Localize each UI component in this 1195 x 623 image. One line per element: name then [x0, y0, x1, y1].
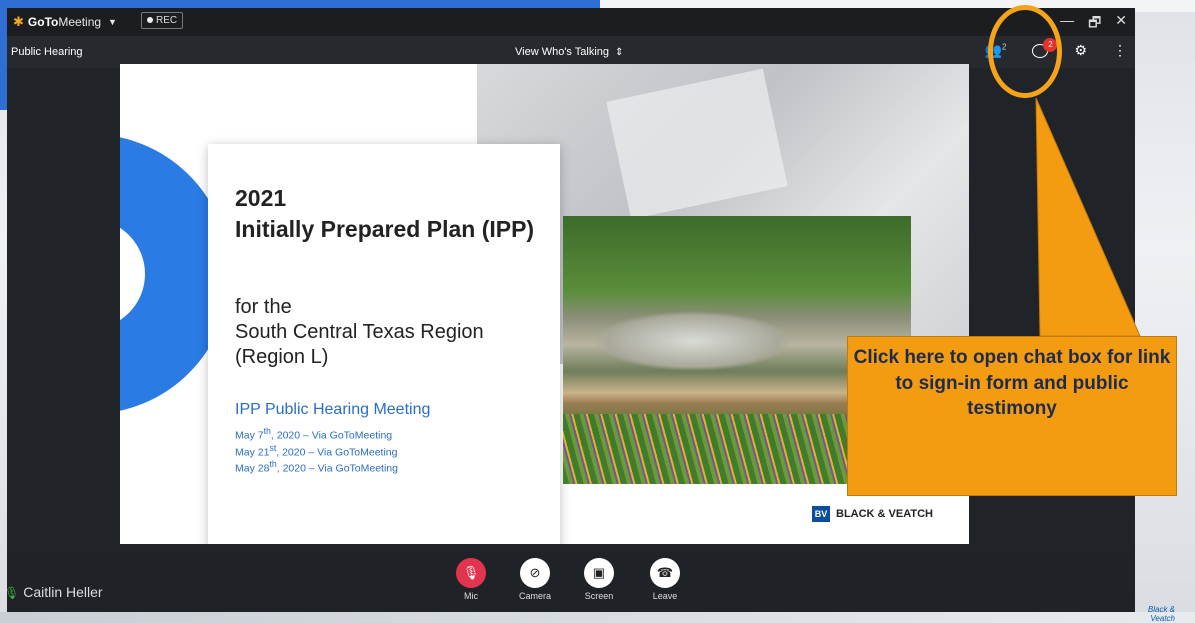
chat-highlight-ring: [988, 5, 1062, 98]
close-button[interactable]: ✕: [1115, 12, 1127, 36]
camera-label: Camera: [518, 591, 551, 601]
gotomeeting-logo-icon: ✱: [13, 14, 24, 29]
recording-button[interactable]: REC: [141, 12, 184, 29]
presenter-label: 🎙 Caitlin Heller: [4, 584, 103, 600]
brand-bold: GoTo: [27, 15, 59, 29]
record-dot-icon: [147, 17, 153, 24]
more-options-icon[interactable]: ⋮: [1113, 42, 1127, 59]
instruction-callout: Click here to open chat box for link to …: [847, 336, 1177, 496]
minimize-button[interactable]: —: [1060, 12, 1074, 36]
slide-subtitle: for the South Central Texas Region (Regi…: [235, 295, 565, 370]
window-controls: — 🗗 ✕: [1060, 12, 1127, 36]
phone-hangup-icon: ☎: [650, 558, 680, 588]
screen-share-icon: ▣: [584, 558, 614, 588]
slide-year: 2021: [235, 185, 287, 211]
date-2-day: May 21: [235, 446, 270, 458]
screen-button[interactable]: ▣ Screen: [579, 558, 619, 601]
footer-logo: Black & Veatch: [1148, 605, 1175, 623]
slide-dates: May 7th, 2020 – Via GoToMeeting May 21st…: [235, 425, 398, 475]
meeting-name: Public Hearing: [11, 46, 83, 58]
logo-text: BLACK & VEATCH: [836, 508, 933, 520]
slide-date-2: May 21st, 2020 – Via GoToMeeting: [235, 442, 398, 459]
screen-label: Screen: [584, 591, 614, 601]
restore-button[interactable]: 🗗: [1088, 12, 1101, 36]
leave-button[interactable]: ☎ Leave: [645, 558, 685, 601]
background-bottom: [0, 612, 1195, 623]
black-veatch-logo: BV BLACK & VEATCH: [812, 506, 933, 522]
mic-muted-icon: 🎙: [456, 558, 486, 588]
slide-date-3: May 28th, 2020 – Via GoToMeeting: [235, 458, 398, 475]
presenter-name: Caitlin Heller: [23, 584, 103, 600]
bv-logo-icon: BV: [812, 506, 830, 522]
title-bar: ✱ GoToMeeting ▼ REC — 🗗 ✕: [7, 8, 1135, 36]
date-3-rest: , 2020 – Via GoToMeeting: [276, 462, 398, 475]
slide-subtitle-line2: South Central Texas Region: [235, 321, 484, 343]
app-menu-button[interactable]: ✱ GoToMeeting ▼: [13, 14, 117, 30]
camera-off-icon: ⊘: [520, 558, 550, 588]
mic-button[interactable]: 🎙 Mic: [451, 558, 491, 601]
view-whos-talking-dropdown[interactable]: View Who's Talking ⇕: [515, 46, 623, 58]
slide-subtitle-line3: (Region L): [235, 346, 329, 368]
camera-button[interactable]: ⊘ Camera: [515, 558, 555, 601]
shared-slide: 2021 Initially Prepared Plan (IPP) for t…: [120, 64, 969, 544]
slide-title: Initially Prepared Plan (IPP): [235, 216, 535, 242]
slide-date-1: May 7th, 2020 – Via GoToMeeting: [235, 425, 398, 442]
view-label: View Who's Talking: [515, 46, 610, 58]
slide-meeting-title: IPP Public Hearing Meeting: [235, 401, 431, 418]
brand-rest: Meeting: [58, 15, 102, 29]
date-2-rest: , 2020 – Via GoToMeeting: [276, 446, 398, 458]
river-water: [593, 311, 793, 371]
footer-logo-line2: Veatch: [1150, 614, 1175, 623]
date-3-suffix: th: [269, 459, 277, 469]
mic-icon: 🎙: [4, 586, 20, 600]
sort-arrows-icon: ⇕: [615, 47, 624, 58]
date-1-rest: , 2020 – Via GoToMeeting: [270, 429, 393, 442]
date-3-day: May 28: [235, 462, 270, 475]
bottom-controls: 🎙 Mic ⊘ Camera ▣ Screen ☎ Leave: [7, 552, 1135, 612]
rec-label: REC: [156, 15, 178, 26]
slide-subtitle-line1: for the: [235, 296, 292, 318]
chevron-down-icon: ▼: [108, 17, 117, 27]
date-1-suffix: th: [263, 426, 271, 436]
leave-label: Leave: [652, 591, 678, 601]
date-1-day: May 7: [235, 429, 264, 442]
mic-label: Mic: [464, 591, 478, 601]
settings-gear-icon[interactable]: ⚙: [1074, 42, 1087, 59]
footer-logo-line1: Black &: [1147, 605, 1175, 614]
